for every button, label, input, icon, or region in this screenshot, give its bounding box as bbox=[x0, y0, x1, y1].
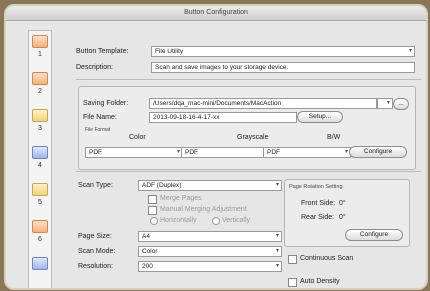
window-title: Button Configuration bbox=[6, 6, 426, 21]
sidebar-item-number: 5 bbox=[38, 199, 42, 206]
horizontally-label: Horizontally bbox=[160, 217, 197, 224]
folder-icon bbox=[32, 183, 48, 196]
config-panel: Button Template: File Utility ▾ Descript… bbox=[76, 26, 421, 288]
bw-label: B/W bbox=[327, 134, 341, 141]
color-format-value: PDF bbox=[89, 149, 102, 156]
folder-icon bbox=[32, 72, 48, 85]
divider bbox=[76, 171, 421, 172]
dropdown-arrow-icon: ▾ bbox=[386, 100, 390, 106]
template-label: Button Template: bbox=[76, 48, 129, 55]
resolution-label: Resolution: bbox=[78, 263, 114, 270]
setup-button[interactable]: Setup... bbox=[297, 111, 343, 123]
sidebar-item-number: 6 bbox=[38, 236, 42, 243]
front-side-value: 0° bbox=[339, 200, 346, 207]
browse-folder-button[interactable]: ... bbox=[393, 98, 409, 110]
scan-mode-label: Scan Mode: bbox=[78, 248, 116, 255]
scan-type-value: ADF (Duplex) bbox=[142, 182, 182, 189]
sidebar-item-number: 4 bbox=[38, 162, 42, 169]
color-format-select[interactable]: PDF ▾ bbox=[85, 147, 183, 158]
dropdown-arrow-icon: ▾ bbox=[275, 182, 279, 188]
vertically-label: Vertically bbox=[222, 217, 251, 224]
dropdown-arrow-icon: ▾ bbox=[344, 149, 348, 155]
dropdown-arrow-icon: ▾ bbox=[275, 248, 279, 254]
divider bbox=[76, 79, 421, 80]
saving-folder-dropdown[interactable]: ▾ bbox=[377, 98, 393, 109]
folder-icon bbox=[32, 257, 48, 270]
template-value: File Utility bbox=[155, 48, 184, 55]
file-name-label: File Name: bbox=[83, 114, 117, 121]
saving-group: Saving Folder: /Users/dqa_mac-mini/Docum… bbox=[78, 86, 416, 170]
saving-folder-label: Saving Folder: bbox=[83, 100, 129, 107]
folder-icon bbox=[32, 35, 48, 48]
continuous-scan-checkbox[interactable] bbox=[288, 255, 297, 264]
rear-side-label: Rear Side: bbox=[301, 214, 335, 221]
sidebar-item-number: 2 bbox=[38, 88, 42, 95]
page-size-value: A4 bbox=[142, 233, 150, 240]
scan-mode-value: Color bbox=[142, 248, 158, 255]
scan-type-select[interactable]: ADF (Duplex) ▾ bbox=[138, 180, 282, 191]
page-rotation-configure-button[interactable]: Configure bbox=[345, 229, 403, 241]
vertically-radio[interactable] bbox=[212, 217, 220, 225]
resolution-value: 200 bbox=[142, 263, 153, 270]
sidebar-item-number: 3 bbox=[38, 125, 42, 132]
merge-pages-label: Merge Pages bbox=[160, 195, 202, 202]
scan-type-label: Scan Type: bbox=[78, 182, 113, 189]
page-rotation-title: Page Rotation Setting bbox=[289, 184, 343, 190]
file-format-label: File Format bbox=[85, 127, 111, 133]
horizontally-radio[interactable] bbox=[150, 217, 158, 225]
sidebar-item-2[interactable]: 2 bbox=[29, 72, 51, 105]
scan-mode-select[interactable]: Color ▾ bbox=[138, 246, 282, 257]
grayscale-label: Grayscale bbox=[237, 134, 269, 141]
dropdown-arrow-icon: ▾ bbox=[275, 233, 279, 239]
description-label: Description: bbox=[76, 64, 113, 71]
sidebar-item-5[interactable]: 5 bbox=[29, 183, 51, 216]
template-select[interactable]: File Utility ▾ bbox=[151, 46, 415, 57]
auto-density-checkbox[interactable] bbox=[288, 278, 297, 287]
manual-merging-checkbox[interactable] bbox=[148, 206, 157, 215]
sidebar-item-number: 1 bbox=[38, 51, 42, 58]
dropdown-arrow-icon: ▾ bbox=[275, 263, 279, 269]
button-configuration-window: Button Configuration 1 2 3 4 5 6 Button … bbox=[4, 4, 428, 290]
sidebar-item-1[interactable]: 1 bbox=[29, 35, 51, 68]
color-label: Color bbox=[129, 134, 146, 141]
printer-icon bbox=[32, 146, 48, 159]
file-name-input[interactable]: 2013-09-18-16-4-17-xx bbox=[149, 112, 297, 123]
page-rotation-group: Page Rotation Setting Front Side: 0° Rea… bbox=[284, 179, 410, 247]
dropdown-arrow-icon: ▾ bbox=[408, 48, 412, 54]
sidebar-item-7[interactable] bbox=[29, 257, 51, 288]
front-side-label: Front Side: bbox=[301, 200, 336, 207]
sidebar-item-6[interactable]: 6 bbox=[29, 220, 51, 253]
page-size-label: Page Size: bbox=[78, 233, 112, 240]
manual-merging-label: Manual Merging Adjustment bbox=[160, 206, 247, 213]
merge-pages-checkbox[interactable] bbox=[148, 195, 157, 204]
bw-format-value: PDF bbox=[267, 149, 280, 156]
file-format-configure-button[interactable]: Configure bbox=[349, 146, 407, 158]
button-sidebar: 1 2 3 4 5 6 bbox=[28, 30, 52, 288]
description-input[interactable]: Scan and save images to your storage dev… bbox=[151, 62, 415, 73]
dropdown-arrow-icon: ▾ bbox=[176, 149, 180, 155]
bw-format-select[interactable]: PDF ▾ bbox=[263, 147, 351, 158]
folder-icon bbox=[32, 220, 48, 233]
resolution-select[interactable]: 200 ▾ bbox=[138, 261, 282, 272]
continuous-scan-label: Continuous Scan bbox=[300, 255, 354, 262]
page-size-select[interactable]: A4 ▾ bbox=[138, 231, 282, 242]
folder-icon bbox=[32, 109, 48, 122]
sidebar-item-4[interactable]: 4 bbox=[29, 146, 51, 179]
grayscale-format-value: PDF bbox=[185, 149, 198, 156]
auto-density-label: Auto Density bbox=[300, 278, 340, 285]
rear-side-value: 0° bbox=[339, 214, 346, 221]
saving-folder-input[interactable]: /Users/dqa_mac-mini/Documents/MacAction bbox=[149, 98, 377, 109]
sidebar-item-3[interactable]: 3 bbox=[29, 109, 51, 142]
